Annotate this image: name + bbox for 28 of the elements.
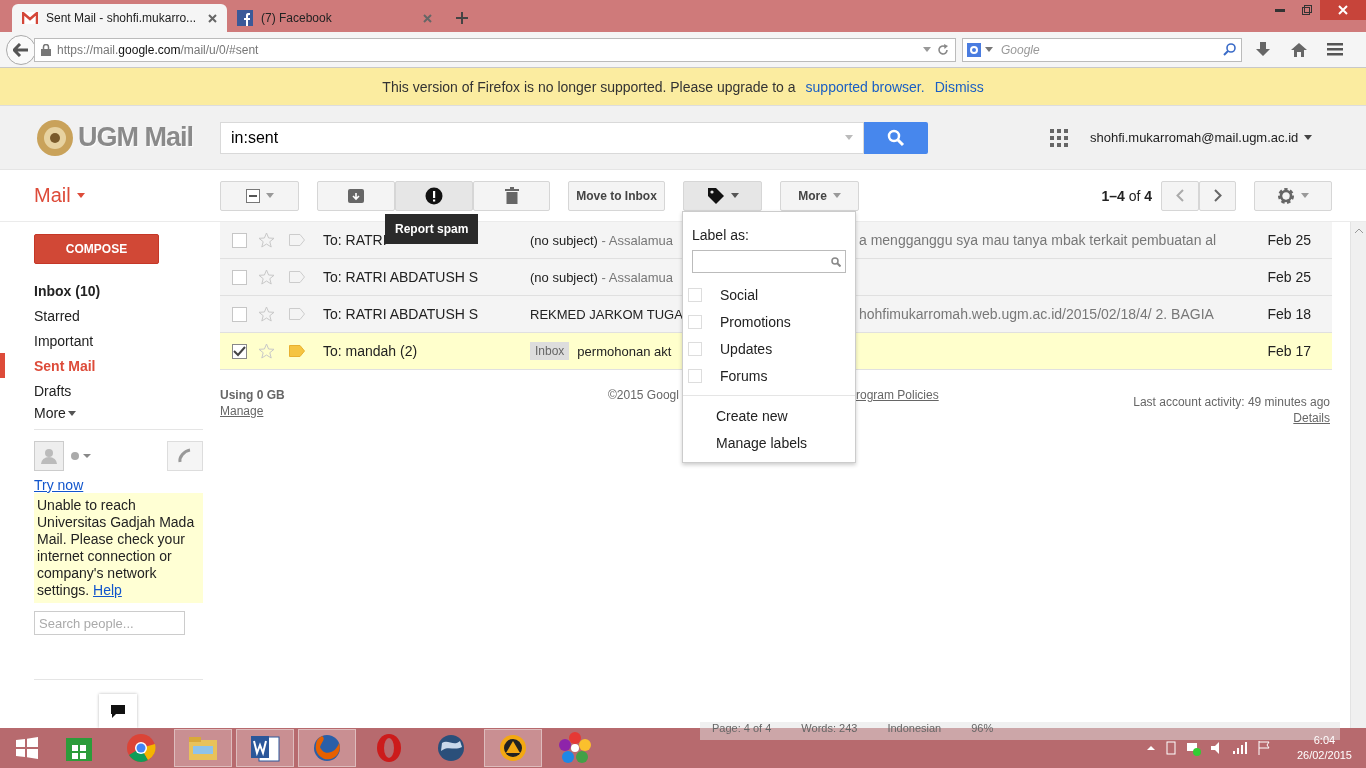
message-date: Feb 17 xyxy=(1267,343,1311,359)
message-date: Feb 25 xyxy=(1267,269,1311,285)
notice-text: This version of Firefox is no longer supported. Please upgrade to a xyxy=(382,78,796,95)
message-subject: (no subject) - Assalamua xyxy=(530,269,674,285)
message-snippet: hohfimukarromah.web.ugm.ac.id/2015/02/18/4/ 2. BAGIA xyxy=(859,306,1215,322)
word-status-text: 96% xyxy=(971,722,994,736)
message-subject: (no subject) - Assalamua xyxy=(530,232,674,248)
message-date: Feb 18 xyxy=(1267,306,1311,322)
sender: To: RATRI ABDATUSH S xyxy=(323,269,480,285)
word-status-text: Words: 243 xyxy=(801,722,858,736)
message-snippet: a mengganggu sya mau tanya mbak terkait pembuatan al xyxy=(859,232,1218,248)
page-range: 1–4 of 4 xyxy=(1101,187,1152,204)
clock: 6:04 26/02/2015 xyxy=(1296,733,1352,763)
logo: UGM Mail xyxy=(78,122,193,153)
offline-message: Unable to reach Universitas Gadjah Mada Mail. Please check your internet connection or company's network settings. Help xyxy=(34,493,203,603)
sender: To: mandah (2) xyxy=(323,343,419,359)
inbox-label: Inbox xyxy=(530,342,570,360)
message-date: Feb 25 xyxy=(1267,232,1311,248)
word-status-text: Indonesian xyxy=(887,722,942,736)
message-subject: REKMED JARKOM TUGA xyxy=(530,306,683,322)
account-activity: Last account activity: 49 minutes ago xyxy=(1133,395,1330,409)
word-status-text: Page: 4 of 4 xyxy=(712,722,772,736)
message-subject: permohonan akt xyxy=(577,343,672,359)
sender: To: RATRI ABDATUSH S xyxy=(323,306,480,322)
storage-usage: Using 0 GB xyxy=(220,388,285,402)
tooltip: Report spam xyxy=(385,214,479,244)
menu-title: Label as: xyxy=(691,227,750,243)
copyright: ©2015 Googl xyxy=(608,388,679,402)
